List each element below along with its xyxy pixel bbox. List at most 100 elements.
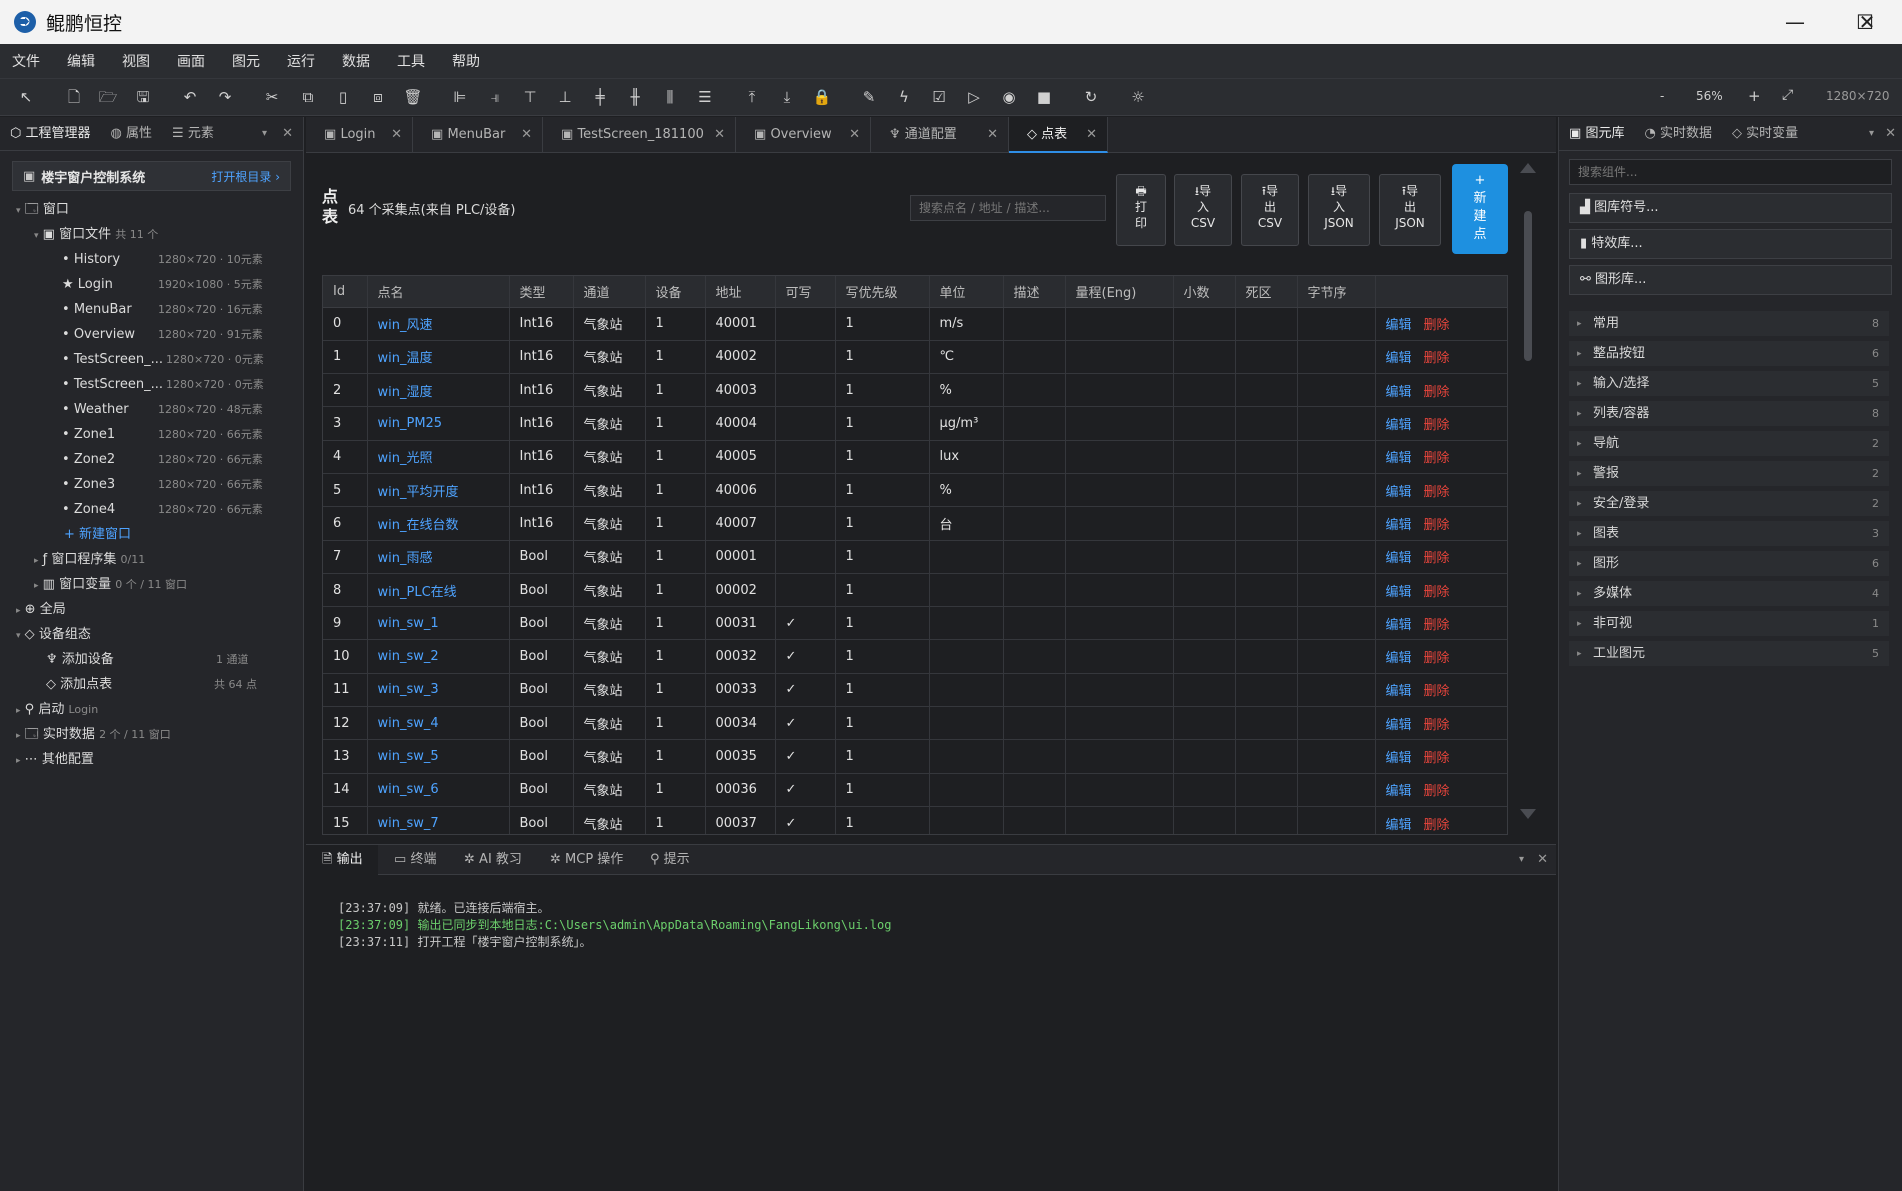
column-header[interactable]: 通道	[573, 276, 646, 308]
close-window-button[interactable]: ✕	[1832, 0, 1902, 44]
edit-button[interactable]: 编辑	[1386, 651, 1412, 666]
align-left-icon[interactable]: ⊫	[450, 87, 470, 107]
edit-button[interactable]: 编辑	[1386, 784, 1412, 799]
edit-button[interactable]: 编辑	[1386, 718, 1412, 733]
close-tab-icon[interactable]: ✕	[849, 117, 860, 153]
new-file-icon[interactable]: 🗋	[64, 87, 84, 107]
tab-element-library[interactable]: ▣ 图元库	[1559, 117, 1634, 151]
tree-window-vars[interactable]: ▸ ▥ 窗口变量 0 个 / 11 窗口	[34, 572, 187, 597]
column-header[interactable]: 地址	[705, 276, 776, 308]
cell-name[interactable]: win_温度	[367, 340, 510, 375]
table-row[interactable]: 8 win_PLC在线 Bool 气象站 1 00002 1 编辑 删除	[323, 573, 1507, 608]
cell-name[interactable]: win_sw_5	[367, 739, 510, 774]
lock-icon[interactable]: 🔒	[812, 87, 832, 107]
delete-button[interactable]: 删除	[1424, 684, 1450, 699]
tree-global[interactable]: ▸ ⊕ 全局	[16, 597, 66, 622]
cell-name[interactable]: win_风速	[367, 307, 510, 341]
align-bottom-icon[interactable]: ⊥	[555, 87, 575, 107]
delete-button[interactable]: 删除	[1424, 751, 1450, 766]
edit-button[interactable]: 编辑	[1386, 385, 1412, 400]
tab-realtime-data[interactable]: ◔ 实时数据	[1634, 117, 1722, 151]
cell-name[interactable]: win_在线台数	[367, 506, 510, 541]
cell-name[interactable]: win_sw_2	[367, 639, 510, 674]
tree-screen-item[interactable]: • Weather 1280×720 · 48元素	[62, 397, 272, 422]
category-item[interactable]: ▸ 警报 2	[1569, 461, 1889, 487]
table-row[interactable]: 6 win_在线台数 Int16 气象站 1 40007 1 台编辑 删除	[323, 506, 1507, 541]
panel-menu-icon[interactable]: ▾	[1869, 117, 1874, 151]
tab-testscreen[interactable]: ▣ TestScreen_181100 ✕	[543, 117, 736, 153]
tab-ai-teach[interactable]: ✲ AI 教习	[448, 845, 534, 875]
category-item[interactable]: ▸ 图表 3	[1569, 521, 1889, 547]
delete-icon[interactable]: 🗑	[403, 87, 423, 107]
panel-close-icon[interactable]: ✕	[1537, 845, 1548, 875]
tab-elements[interactable]: ☰ 元素	[162, 117, 224, 151]
delete-button[interactable]: 删除	[1424, 351, 1450, 366]
export-json-button[interactable]: ⭱导 出 JSON	[1379, 174, 1441, 246]
tab-point-table[interactable]: ◇ 点表 ✕	[1009, 117, 1108, 153]
tree-screen-item[interactable]: • History 1280×720 · 10元素	[62, 247, 272, 272]
table-row[interactable]: 13 win_sw_5 Bool 气象站 1 00035 ✓ 1 编辑 删除	[323, 739, 1507, 774]
tree-realtime-data[interactable]: ▸ 🗔 实时数据 2 个 / 11 窗口	[16, 722, 171, 747]
menu-edit[interactable]: 编辑	[67, 51, 95, 71]
menu-element[interactable]: 图元	[232, 51, 260, 71]
tree-window-files[interactable]: ▾ ▣ 窗口文件 共 11 个	[34, 222, 158, 247]
table-row[interactable]: 10 win_sw_2 Bool 气象站 1 00032 ✓ 1 编辑 删除	[323, 639, 1507, 674]
table-row[interactable]: 1 win_温度 Int16 气象站 1 40002 1 ℃ 编辑 删除	[323, 340, 1507, 375]
delete-button[interactable]: 删除	[1424, 585, 1450, 600]
menu-run[interactable]: 运行	[287, 51, 315, 71]
table-row[interactable]: 7 win_雨感 Bool 气象站 1 00001 1 编辑 删除	[323, 540, 1507, 574]
tree-screen-item[interactable]: • Zone3 1280×720 · 66元素	[62, 472, 272, 497]
copy-icon[interactable]: ⧉	[298, 87, 318, 107]
bring-front-icon[interactable]: ⤒	[742, 87, 762, 107]
column-header[interactable]: 单位	[929, 276, 1004, 308]
table-row[interactable]: 4 win_光照 Int16 气象站 1 40005 1 lux 编辑 删除	[323, 440, 1507, 474]
tree-screen-item[interactable]: • MenuBar 1280×720 · 16元素	[62, 297, 272, 322]
column-header[interactable]: 量程(Eng)	[1065, 276, 1174, 308]
cut-icon[interactable]: ✂	[262, 87, 282, 107]
table-row[interactable]: 3 win_PM25 Int16 气象站 1 40004 1 μg/m³ 编辑 删除	[323, 406, 1507, 441]
minimize-button[interactable]: —	[1760, 0, 1830, 44]
tree-screen-item[interactable]: • Zone1 1280×720 · 66元素	[62, 422, 272, 447]
column-header[interactable]: Id	[323, 276, 368, 308]
tab-login[interactable]: ▣ Login ✕	[306, 117, 413, 153]
panel-menu-icon[interactable]: ▾	[1519, 845, 1524, 875]
align-center-v-icon[interactable]: ╫	[625, 87, 645, 107]
tab-realtime-vars[interactable]: ◇ 实时变量	[1722, 117, 1808, 151]
delete-button[interactable]: 删除	[1424, 818, 1450, 833]
table-row[interactable]: 0 win_风速 Int16 气象站 1 40001 1 m/s 编辑 删除	[323, 307, 1507, 341]
paste-icon[interactable]: ▯	[333, 87, 353, 107]
edit-button[interactable]: 编辑	[1386, 551, 1412, 566]
pen-icon[interactable]: ✎	[859, 87, 879, 107]
table-row[interactable]: 12 win_sw_4 Bool 气象站 1 00034 ✓ 1 编辑 删除	[323, 706, 1507, 741]
open-folder-icon[interactable]: 🗁	[98, 87, 118, 107]
close-tab-icon[interactable]: ✕	[521, 117, 532, 153]
refresh-icon[interactable]: ↻	[1081, 87, 1101, 107]
delete-button[interactable]: 删除	[1424, 518, 1450, 533]
stop-icon[interactable]: ■	[1034, 87, 1054, 107]
tab-channel-config[interactable]: ♆ 通道配置 ✕	[871, 117, 1009, 153]
edit-button[interactable]: 编辑	[1386, 684, 1412, 699]
tree-add-device[interactable]: ♆ 添加设备 1 通道	[46, 647, 260, 672]
zoom-in-button[interactable]: +	[1748, 87, 1761, 105]
send-back-icon[interactable]: ⤓	[777, 87, 797, 107]
delete-button[interactable]: 删除	[1424, 485, 1450, 500]
category-item[interactable]: ▸ 整品按钮 6	[1569, 341, 1889, 367]
lightning-icon[interactable]: ϟ	[894, 87, 914, 107]
category-item[interactable]: ▸ 常用 8	[1569, 311, 1889, 337]
cell-name[interactable]: win_sw_3	[367, 673, 510, 708]
undo-icon[interactable]: ↶	[180, 87, 200, 107]
cell-name[interactable]: win_湿度	[367, 373, 510, 408]
column-header[interactable]: 小数	[1173, 276, 1236, 308]
tree-screen-item[interactable]: • Zone4 1280×720 · 66元素	[62, 497, 272, 522]
tab-output[interactable]: 🗎 输出	[306, 845, 378, 875]
cell-name[interactable]: win_sw_1	[367, 606, 510, 641]
print-button[interactable]: 🖶 打 印	[1116, 174, 1166, 246]
scroll-up-icon[interactable]	[1520, 163, 1536, 173]
menu-tools[interactable]: 工具	[397, 51, 425, 71]
table-row[interactable]: 2 win_湿度 Int16 气象站 1 40003 1% 编辑 删除	[323, 373, 1507, 408]
column-header[interactable]: 死区	[1235, 276, 1298, 308]
new-window-button[interactable]: + 新建窗口	[64, 522, 131, 547]
category-item[interactable]: ▸ 安全/登录 2	[1569, 491, 1889, 517]
delete-button[interactable]: 删除	[1424, 784, 1450, 799]
import-csv-button[interactable]: ⭳导 入 CSV	[1174, 174, 1232, 246]
